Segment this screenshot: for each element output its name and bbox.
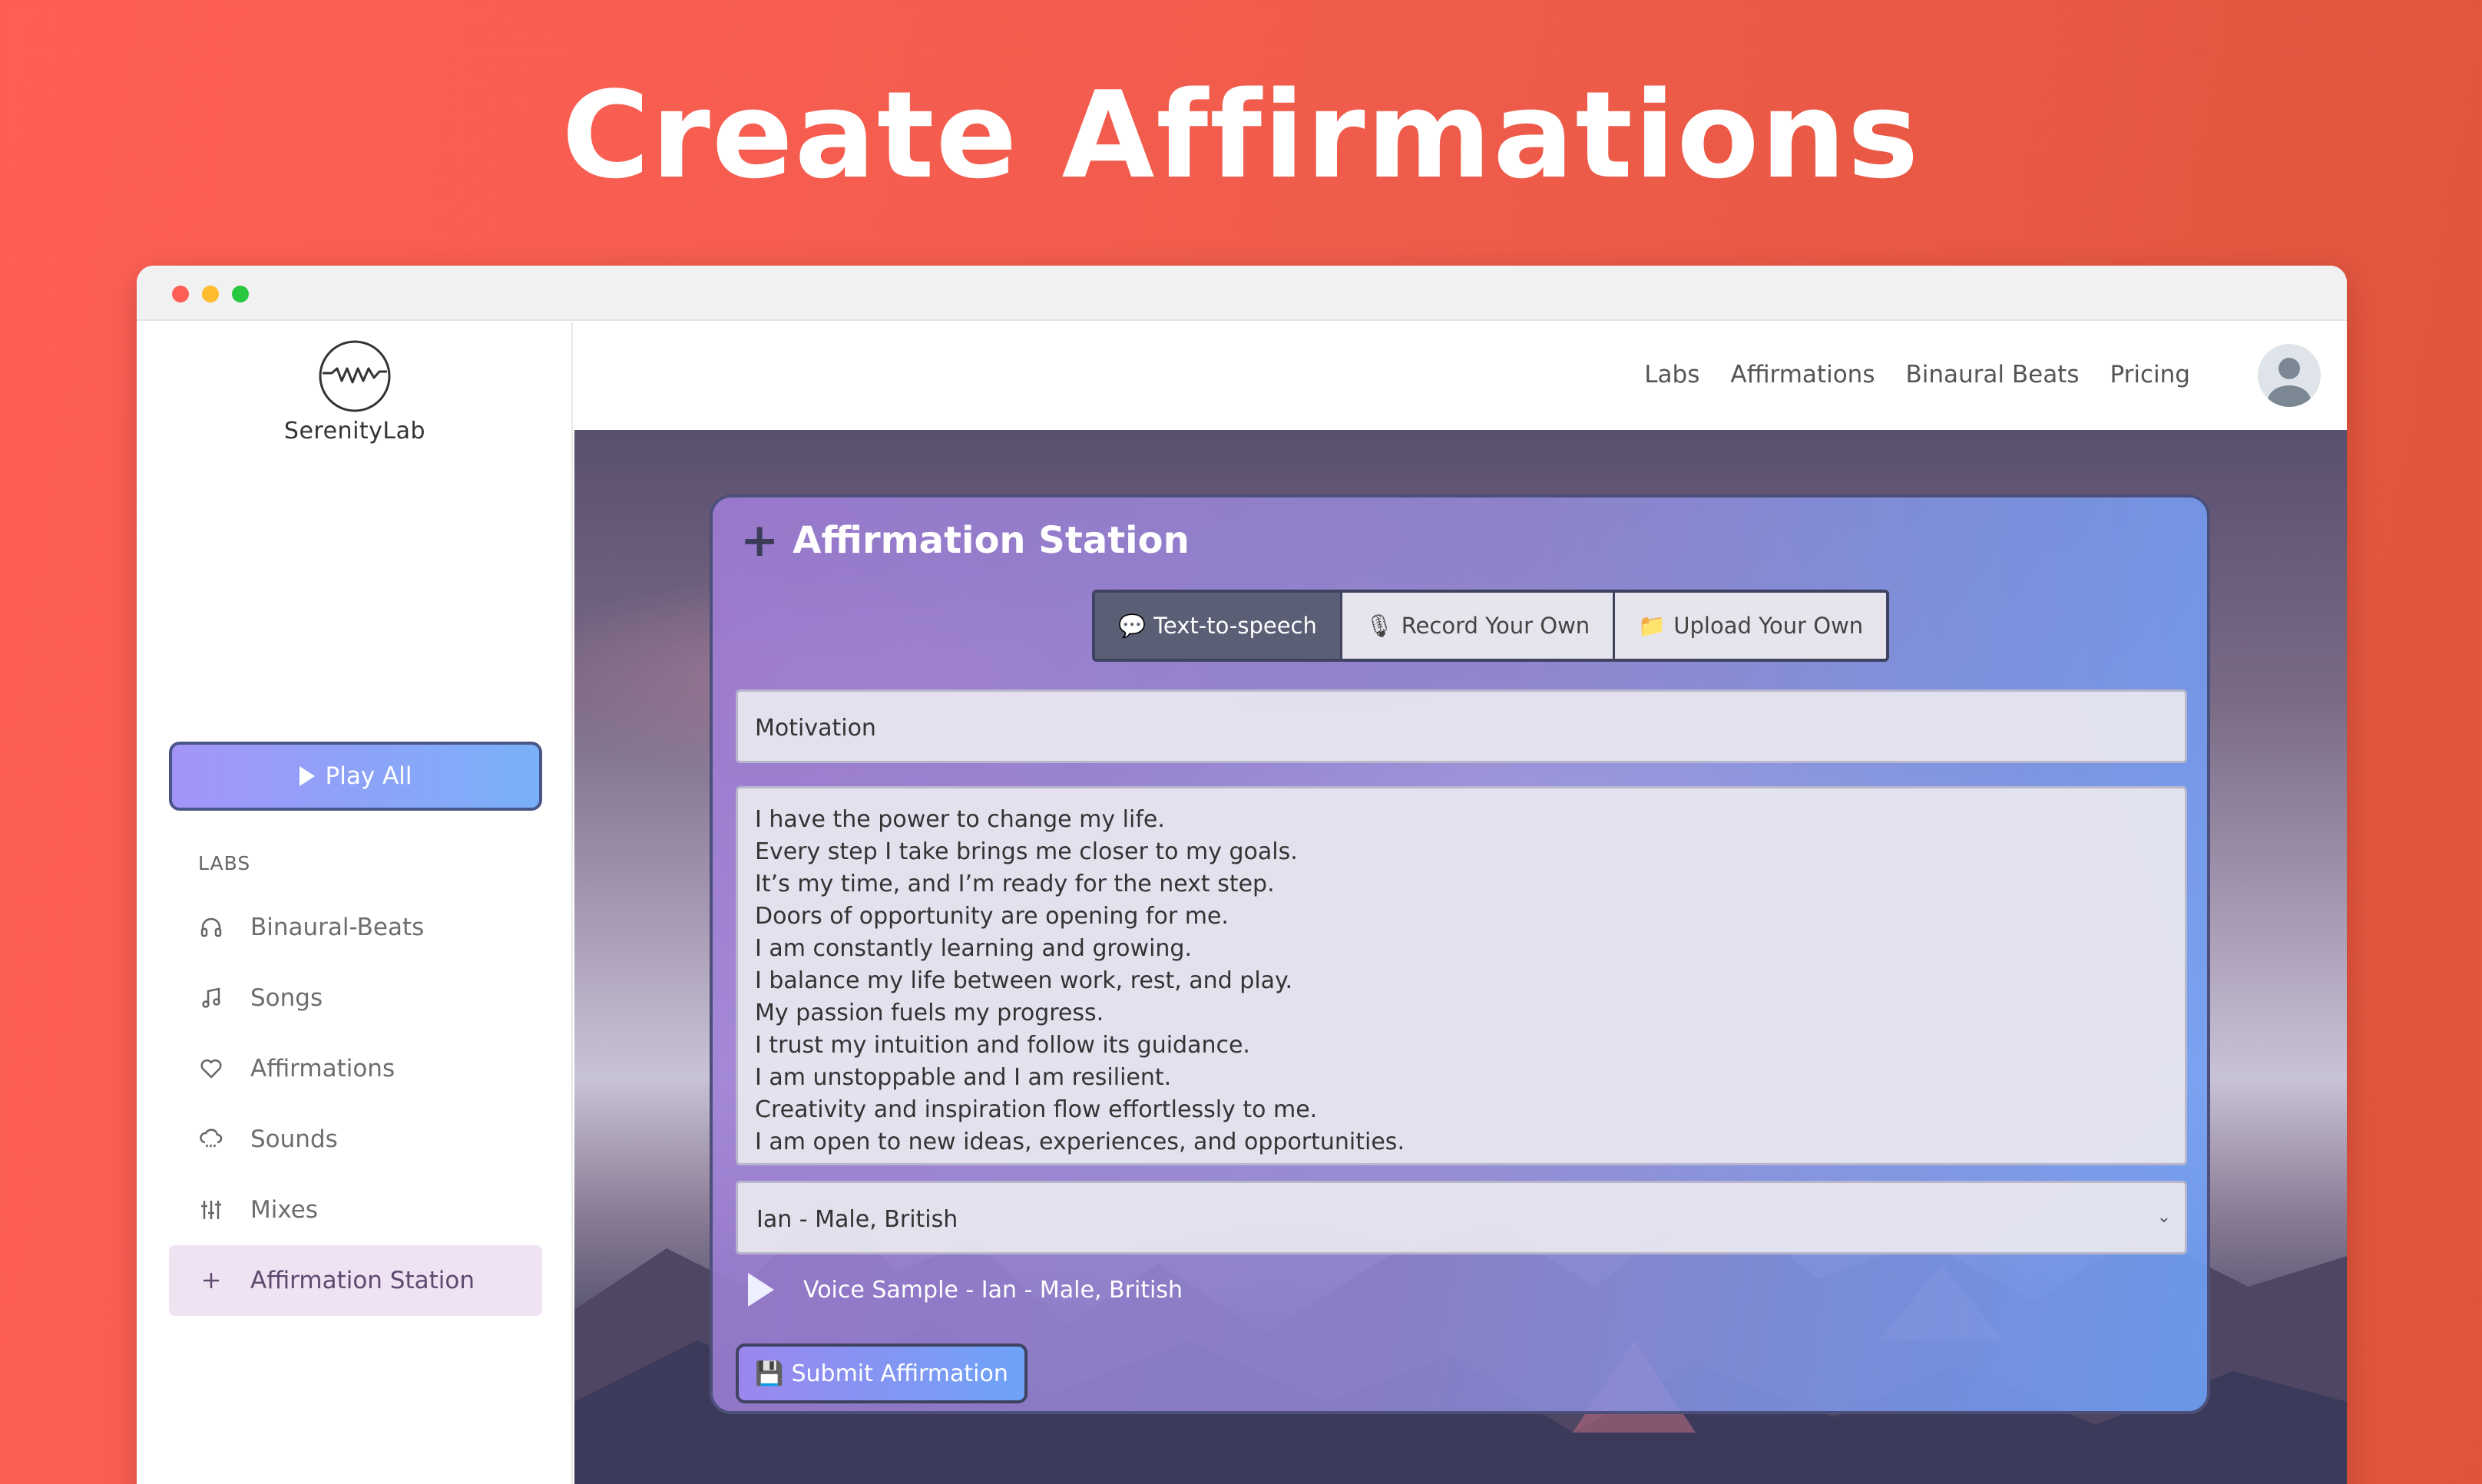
play-sample-icon[interactable] [748,1273,774,1307]
sidebar-item-sounds[interactable]: Sounds [169,1104,542,1175]
chevron-down-icon: ⌄ [2156,1208,2171,1227]
tab-text-to-speech[interactable]: 💬 Text-to-speech [1095,593,1340,659]
labs-section-heading: LABS [198,852,251,874]
sidebar-nav: Binaural-Beats Songs Affirmations Sounds [169,892,542,1316]
hero-title: Create Affirmations [561,65,1921,205]
affirmation-name-input[interactable]: Motivation [736,689,2187,763]
tab-label: Upload Your Own [1673,613,1864,639]
affirmation-station-card: + Affirmation Station 💬 Text-to-speech 🎙… [710,494,2210,1414]
top-nav-binaural-beats[interactable]: Binaural Beats [1905,361,2079,388]
logo[interactable]: SerenityLab [137,338,573,445]
tab-upload-your-own[interactable]: 📁 Upload Your Own [1613,593,1887,659]
rain-cloud-icon [198,1126,224,1152]
main-content: + Affirmation Station 💬 Text-to-speech 🎙… [574,430,2347,1484]
floppy-disk-icon: 💾 [755,1360,784,1387]
top-nav-links: Labs Affirmations Binaural Beats Pricing [1644,361,2190,388]
sidebar-item-label: Mixes [250,1196,318,1224]
minimize-window-dot[interactable] [202,286,219,302]
sidebar-item-label: Affirmation Station [250,1267,475,1294]
music-note-icon [198,985,224,1011]
window-titlebar [137,266,2347,321]
voice-sample-player: Voice Sample - Ian - Male, British [748,1273,1183,1307]
top-nav-affirmations[interactable]: Affirmations [1730,361,1875,388]
heart-icon [198,1056,224,1082]
input-mode-tabs: 💬 Text-to-speech 🎙 Record Your Own 📁 Upl… [1092,590,1890,662]
microphone-icon: 🎙 [1365,612,1394,639]
tab-record-your-own[interactable]: 🎙 Record Your Own [1339,593,1613,659]
sidebar-item-affirmation-station[interactable]: Affirmation Station [169,1245,542,1316]
speech-bubble-icon: 💬 [1118,612,1147,639]
maximize-window-dot[interactable] [232,286,249,302]
sidebar-item-label: Sounds [250,1125,338,1153]
headphones-icon [198,914,224,940]
sidebar-item-binaural-beats[interactable]: Binaural-Beats [169,892,542,963]
app-window: SerenityLab Play All LABS Binaural-Beats… [137,266,2347,1484]
voice-select-value: Ian - Male, British [756,1206,958,1233]
card-title: + Affirmation Station [740,517,1190,564]
sliders-icon [198,1197,224,1223]
top-navigation: Labs Affirmations Binaural Beats Pricing [574,322,2347,430]
tab-label: Text-to-speech [1153,613,1317,639]
play-all-label: Play All [325,762,412,790]
top-nav-labs[interactable]: Labs [1644,361,1699,388]
tab-label: Record Your Own [1401,613,1590,639]
voice-select[interactable]: Ian - Male, British ⌄ [736,1181,2187,1254]
sidebar-item-affirmations[interactable]: Affirmations [169,1033,542,1104]
play-all-button[interactable]: Play All [169,742,542,811]
card-title-text: Affirmation Station [793,519,1190,562]
plus-icon: + [740,514,779,567]
avatar[interactable] [2258,344,2321,407]
user-avatar-icon [2268,358,2311,407]
affirmation-text-area[interactable]: I have the power to change my life. Ever… [736,786,2187,1165]
sidebar-item-label: Affirmations [250,1055,395,1082]
submit-affirmation-button[interactable]: 💾 Submit Affirmation [736,1344,1028,1403]
waveform-logo-icon [319,340,391,412]
plus-icon [198,1268,224,1294]
submit-label: Submit Affirmation [791,1360,1008,1387]
folder-icon: 📁 [1638,612,1666,639]
voice-sample-label: Voice Sample - Ian - Male, British [803,1276,1183,1304]
top-nav-pricing[interactable]: Pricing [2110,361,2191,388]
sidebar-item-songs[interactable]: Songs [169,963,542,1033]
sidebar-item-label: Binaural-Beats [250,914,425,941]
play-icon [299,766,315,786]
logo-text: SerenityLab [283,418,426,445]
sidebar: SerenityLab Play All LABS Binaural-Beats… [137,322,573,1484]
sidebar-item-label: Songs [250,984,323,1012]
close-window-dot[interactable] [172,286,189,302]
sidebar-item-mixes[interactable]: Mixes [169,1175,542,1245]
